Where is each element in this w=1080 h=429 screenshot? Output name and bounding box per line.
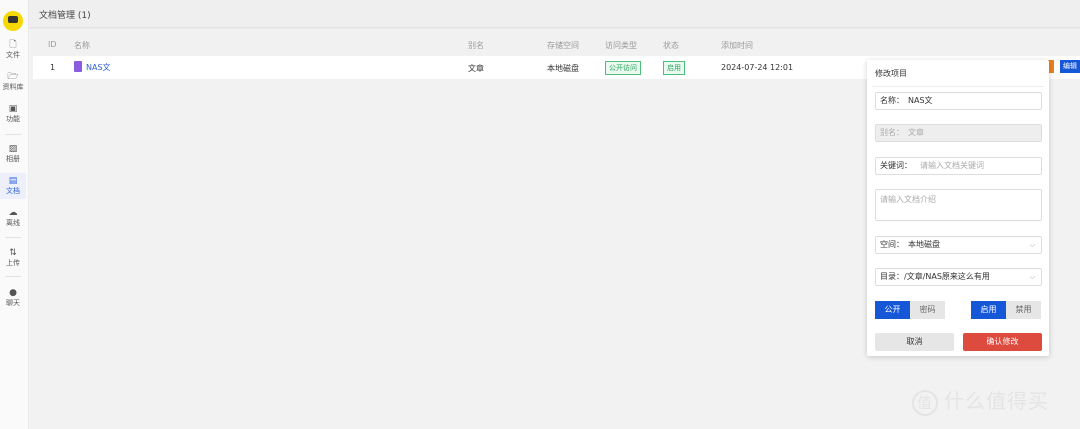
- row-name-link[interactable]: NAS文: [74, 61, 111, 73]
- access-toggle: 公开 密码: [875, 301, 945, 319]
- column-id: ID: [48, 40, 57, 49]
- table-header: ID 名称 别名 存储空间 访问类型 状态 添加时间: [33, 33, 1080, 56]
- sidebar-item-label: 文件: [6, 51, 20, 59]
- column-status: 状态: [663, 41, 679, 50]
- sidebar-item-label: 离线: [6, 219, 20, 227]
- sidebar-item-documents[interactable]: ▤ 文档: [0, 173, 26, 199]
- space-label: 空间：: [880, 240, 904, 249]
- sidebar-item-label: 相册: [6, 155, 20, 163]
- page-title: 文档管理 (1): [39, 11, 91, 21]
- row-alias: 文章: [468, 64, 484, 73]
- sidebar-item-album[interactable]: ▨ 相册: [0, 141, 26, 167]
- keyword-field[interactable]: 关键词： 请输入文档关键词: [875, 157, 1042, 175]
- folder-icon: 🗁: [7, 72, 19, 82]
- row-id: 1: [50, 63, 56, 72]
- alias-label: 别名：: [880, 128, 904, 137]
- edit-item-popup: 修改项目 名称： NAS文 别名： 文章 关键词： 请输入文档关键词 请输入文档介绍 …: [867, 60, 1049, 356]
- file-icon: 🗋: [9, 40, 17, 50]
- document-icon: ▤: [8, 176, 18, 186]
- keyword-placeholder: 请输入文档关键词: [920, 161, 984, 170]
- intro-textarea[interactable]: 请输入文档介绍: [875, 189, 1042, 221]
- sidebar-item-label: 聊天: [6, 299, 20, 307]
- sort-arrows-icon: ⇅: [9, 248, 17, 258]
- sidebar-item-label: 上传: [6, 259, 20, 267]
- popup-title: 修改项目: [875, 69, 907, 78]
- sidebar-item-label: 资料库: [2, 83, 24, 91]
- keyword-label: 关键词：: [880, 161, 912, 170]
- name-value: NAS文: [908, 96, 933, 105]
- sidebar-item-functions[interactable]: ▣ 功能: [0, 101, 26, 127]
- access-public-option[interactable]: 公开: [875, 301, 910, 319]
- document-file-icon: [74, 61, 82, 72]
- sidebar-item-upload[interactable]: ⇅ 上传: [0, 245, 26, 271]
- status-enable-option[interactable]: 启用: [971, 301, 1006, 319]
- directory-select[interactable]: 目录：/文章/NAS原来这么有用 ⌵: [875, 268, 1042, 286]
- cancel-button[interactable]: 取消: [875, 333, 954, 351]
- watermark: 值什么值得买: [912, 385, 1049, 416]
- alias-value: 文章: [908, 128, 924, 137]
- status-disable-option[interactable]: 禁用: [1006, 301, 1041, 319]
- space-value: 本地磁盘: [908, 240, 940, 249]
- row-storage: 本地磁盘: [547, 64, 579, 73]
- status-badge: 启用: [663, 61, 685, 75]
- column-alias: 别名: [468, 41, 484, 50]
- intro-placeholder: 请输入文档介绍: [880, 195, 936, 204]
- row-name: NAS文: [86, 63, 111, 72]
- alias-field: 别名： 文章: [875, 124, 1042, 142]
- sidebar: 🗋 文件 🗁 资料库 ▣ 功能 ▨ 相册 ▤ 文档 ☁ 离线 ⇅ 上传 ● 聊天: [0, 0, 29, 429]
- divider: [5, 237, 21, 238]
- sidebar-item-chat[interactable]: ● 聊天: [0, 285, 26, 311]
- sidebar-item-label: 文档: [6, 187, 20, 195]
- column-name: 名称: [74, 41, 90, 50]
- layout-icon: ▣: [8, 104, 18, 114]
- status-toggle: 启用 禁用: [971, 301, 1041, 319]
- space-select[interactable]: 空间： 本地磁盘 ⌵: [875, 236, 1042, 254]
- chat-icon: ●: [9, 288, 17, 298]
- sidebar-item-library[interactable]: 🗁 资料库: [0, 69, 26, 95]
- watermark-text: 什么值得买: [944, 389, 1049, 413]
- sidebar-item-offline[interactable]: ☁ 离线: [0, 205, 26, 231]
- chevron-down-icon: ⌵: [1029, 273, 1035, 281]
- chevron-down-icon: ⌵: [1029, 241, 1035, 249]
- column-added: 添加时间: [721, 41, 753, 50]
- column-access: 访问类型: [605, 41, 637, 50]
- divider: [5, 276, 21, 277]
- confirm-button[interactable]: 确认修改: [963, 333, 1042, 351]
- edit-button[interactable]: 编辑: [1060, 60, 1080, 73]
- directory-label: 目录：: [880, 272, 904, 281]
- sidebar-item-files[interactable]: 🗋 文件: [0, 37, 26, 63]
- access-password-option[interactable]: 密码: [910, 301, 945, 319]
- avatar[interactable]: [3, 11, 23, 31]
- watermark-logo: 值: [912, 389, 938, 416]
- page-header: 文档管理 (1): [29, 0, 1080, 27]
- column-storage: 存储空间: [547, 41, 579, 50]
- directory-value: /文章/NAS原来这么有用: [904, 272, 990, 281]
- row-added: 2024-07-24 12:01: [721, 63, 794, 72]
- name-field[interactable]: 名称： NAS文: [875, 92, 1042, 110]
- divider: [5, 134, 21, 135]
- name-label: 名称：: [880, 96, 904, 105]
- access-badge: 公开访问: [605, 61, 641, 75]
- sidebar-item-label: 功能: [6, 115, 20, 123]
- image-icon: ▨: [8, 144, 18, 154]
- cloud-download-icon: ☁: [8, 208, 18, 218]
- divider: [872, 86, 1044, 87]
